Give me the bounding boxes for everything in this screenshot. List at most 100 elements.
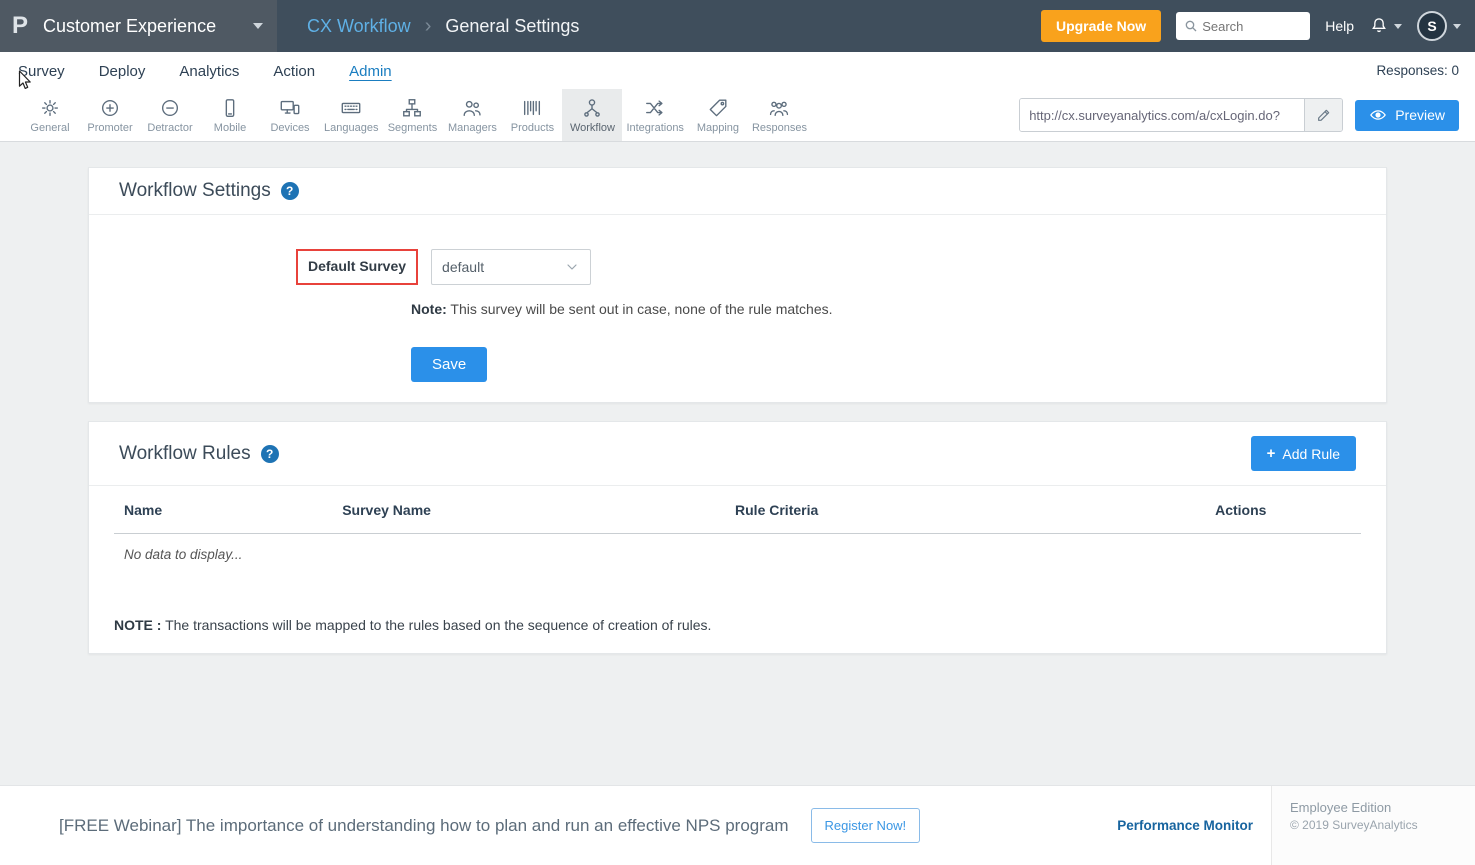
topbar: P Customer Experience CX Workflow › Gene… (0, 0, 1475, 52)
register-now-button[interactable]: Register Now! (811, 808, 921, 843)
preview-button-label: Preview (1395, 107, 1445, 123)
admin-toolbar: General Promoter Detractor Mobile Device… (0, 89, 1475, 142)
topbar-right: Upgrade Now Help S (1041, 10, 1475, 42)
toolbar-item-segments[interactable]: Segments (382, 89, 442, 141)
tab-admin[interactable]: Admin (349, 61, 392, 80)
breadcrumb: CX Workflow › General Settings (307, 15, 579, 38)
help-question-icon[interactable]: ? (261, 445, 279, 463)
toolbar-item-workflow[interactable]: Workflow (562, 89, 622, 141)
preview-button[interactable]: Preview (1355, 100, 1459, 131)
login-url-input[interactable] (1020, 99, 1304, 131)
edit-url-button[interactable] (1304, 99, 1342, 131)
help-link[interactable]: Help (1325, 18, 1354, 34)
tab-analytics[interactable]: Analytics (179, 61, 239, 80)
person-network-icon (581, 97, 603, 119)
toolbar-item-label: Managers (448, 122, 497, 134)
toolbar-item-label: Detractor (147, 122, 192, 134)
hierarchy-icon (401, 97, 423, 119)
toolbar-item-integrations[interactable]: Integrations (622, 89, 687, 141)
toolbar-item-general[interactable]: General (20, 89, 80, 141)
toolbar-item-label: Languages (324, 122, 378, 134)
save-button[interactable]: Save (411, 347, 487, 382)
workflow-settings-header: Workflow Settings ? (89, 168, 1386, 214)
search-box (1176, 12, 1310, 40)
eye-icon (1369, 106, 1387, 124)
toolbar-item-devices[interactable]: Devices (260, 89, 320, 141)
rules-table-body: No data to display... (114, 534, 1361, 576)
toolbar-item-label: Promoter (87, 122, 132, 134)
mobile-icon (219, 97, 241, 119)
toolbar-item-mobile[interactable]: Mobile (200, 89, 260, 141)
rules-header-row: Name Survey Name Rule Criteria Actions (114, 486, 1361, 534)
default-survey-note: Note: This survey will be sent out in ca… (411, 301, 1356, 317)
toolbar-item-responses[interactable]: Responses (748, 89, 811, 141)
account-menu[interactable]: S (1417, 11, 1461, 41)
edition-label: Employee Edition (1290, 800, 1475, 815)
workflow-rules-title-group: Workflow Rules ? (119, 443, 279, 465)
copyright-label: © 2019 SurveyAnalytics (1290, 818, 1475, 832)
breadcrumb-section[interactable]: CX Workflow (307, 16, 411, 37)
toolbar-item-label: Mapping (697, 122, 739, 134)
rules-table-wrap: Name Survey Name Rule Criteria Actions N… (89, 486, 1386, 575)
toolbar-item-managers[interactable]: Managers (442, 89, 502, 141)
rules-note-text: The transactions will be mapped to the r… (161, 617, 711, 633)
note-label: Note: (411, 301, 447, 317)
tab-deploy[interactable]: Deploy (99, 61, 146, 80)
login-url-wrap (1019, 98, 1343, 132)
toolbar-item-promoter[interactable]: Promoter (80, 89, 140, 141)
toolbar-item-label: Mobile (214, 122, 246, 134)
notifications-control[interactable] (1369, 16, 1402, 36)
people-icon (461, 97, 483, 119)
column-header-actions: Actions (1205, 486, 1361, 534)
avatar[interactable]: S (1417, 11, 1447, 41)
save-row: Save (411, 347, 1356, 382)
pencil-icon (1316, 107, 1332, 123)
product-switcher[interactable]: P Customer Experience (0, 0, 277, 52)
toolbar-item-detractor[interactable]: Detractor (140, 89, 200, 141)
toolbar-item-languages[interactable]: Languages (320, 89, 382, 141)
workflow-rules-header: Workflow Rules ? + Add Rule (89, 422, 1386, 485)
performance-monitor-link[interactable]: Performance Monitor (1117, 818, 1253, 833)
toolbar-item-mapping[interactable]: Mapping (688, 89, 748, 141)
shuffle-icon (644, 97, 666, 119)
gear-icon (39, 97, 61, 119)
workflow-settings-body: Default Survey default Note: This survey… (89, 215, 1386, 402)
toolbar-item-label: Responses (752, 122, 807, 134)
breadcrumb-separator-icon: › (425, 15, 432, 38)
tab-action[interactable]: Action (273, 61, 315, 80)
add-rule-button[interactable]: + Add Rule (1251, 436, 1356, 471)
note-text: This survey will be sent out in case, no… (447, 301, 833, 317)
toolbar-item-label: Devices (270, 122, 309, 134)
product-name: Customer Experience (43, 16, 253, 37)
toolbar-item-label: Products (511, 122, 554, 134)
upgrade-now-button[interactable]: Upgrade Now (1041, 10, 1161, 42)
empty-row: No data to display... (114, 534, 1361, 576)
default-survey-row: Default Survey default (296, 249, 1356, 285)
responses-counter: Responses: 0 (1376, 63, 1459, 78)
toolbar-item-products[interactable]: Products (502, 89, 562, 141)
questionpro-logo[interactable]: P (12, 12, 28, 40)
column-header-name: Name (114, 486, 332, 534)
chevron-down-icon (253, 23, 263, 29)
default-survey-label: Default Survey (308, 258, 406, 274)
footer: [FREE Webinar] The importance of underst… (0, 785, 1475, 865)
help-question-icon[interactable]: ? (281, 182, 299, 200)
breadcrumb-page: General Settings (445, 16, 579, 37)
chevron-down-icon (1394, 24, 1402, 29)
workflow-settings-title: Workflow Settings (119, 180, 271, 202)
default-survey-selected-value: default (442, 259, 484, 275)
toolbar-item-label: Integrations (626, 122, 683, 134)
chevron-down-icon (564, 259, 580, 275)
rules-note: NOTE : The transactions will be mapped t… (89, 575, 1386, 653)
default-survey-label-highlight: Default Survey (296, 249, 418, 285)
keyboard-icon (340, 97, 362, 119)
default-survey-select[interactable]: default (431, 249, 591, 285)
rules-table: Name Survey Name Rule Criteria Actions N… (114, 486, 1361, 575)
empty-state-text: No data to display... (114, 534, 1361, 576)
tab-survey[interactable]: Survey (18, 61, 65, 80)
group-icon (768, 97, 790, 119)
workflow-rules-panel: Workflow Rules ? + Add Rule Name Survey … (88, 421, 1387, 654)
add-rule-button-label: Add Rule (1282, 446, 1340, 462)
workflow-settings-panel: Workflow Settings ? Default Survey defau… (88, 167, 1387, 403)
devices-icon (279, 97, 301, 119)
